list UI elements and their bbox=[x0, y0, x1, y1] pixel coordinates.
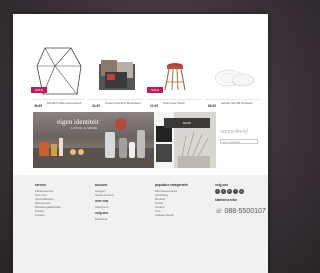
product-image-plates[interactable] bbox=[207, 44, 259, 98]
footer-heading: service bbox=[35, 183, 46, 187]
product-card[interactable]: 89,95 Servies Set Wit Porselein bbox=[205, 20, 261, 116]
product-price: 12,95 bbox=[150, 104, 158, 108]
side-promo-banner[interactable]: MOOI bbox=[154, 112, 216, 168]
googleplus-icon[interactable]: g bbox=[239, 189, 244, 194]
divider bbox=[205, 99, 259, 100]
footer-heading: volg ons bbox=[95, 211, 109, 215]
product-card[interactable]: 34,95 Kussen Fotoprint Meubelstof bbox=[89, 20, 145, 116]
footer-link[interactable]: Nieuw account bbox=[95, 193, 113, 197]
footer-link[interactable]: Cadeau ideeën bbox=[155, 213, 188, 217]
sale-badge: SALE bbox=[147, 87, 163, 93]
facebook-icon[interactable]: f bbox=[215, 189, 220, 194]
divider bbox=[31, 99, 85, 100]
social-icons: f t p i g bbox=[215, 189, 266, 194]
footer-link[interactable]: Facebook bbox=[95, 217, 113, 221]
banner-subtitle: LIVING & MORE bbox=[71, 126, 98, 130]
product-title[interactable]: Kussen Fotoprint Meubelstof bbox=[105, 101, 143, 105]
product-title[interactable]: Kruk Koper Rood bbox=[163, 101, 201, 105]
pinterest-icon[interactable]: p bbox=[227, 189, 232, 194]
product-title[interactable]: Servies Set Wit Porselein bbox=[221, 101, 259, 105]
footer-heading: populaire categorieën bbox=[155, 183, 189, 187]
footer-col-account: account Inloggen Nieuw account over ons … bbox=[95, 183, 113, 221]
footer-col-categories: populaire categorieën Woonaccessoires Ve… bbox=[155, 183, 188, 217]
product-title[interactable]: Windlicht Glas Geometrisch bbox=[47, 101, 85, 105]
product-card[interactable]: SALE 12,95 Kruk Koper Rood bbox=[147, 20, 203, 116]
divider bbox=[147, 99, 201, 100]
promo-banner[interactable]: eigen identiteit LIVING & MORE bbox=[33, 112, 163, 168]
side-banner-label: MOOI bbox=[164, 118, 210, 128]
twitter-icon[interactable]: t bbox=[221, 189, 226, 194]
phone-icon: ☏ bbox=[215, 209, 223, 215]
phone-number: 088-5500107 bbox=[224, 208, 266, 215]
product-row: SALE 49,95 Windlicht Glas Geometrisch 34… bbox=[31, 20, 261, 116]
newsletter-email-input[interactable]: Uw e-mailadres bbox=[220, 139, 258, 144]
footer-heading: over ons bbox=[95, 199, 109, 203]
sale-badge: SALE bbox=[31, 87, 47, 93]
phone-contact[interactable]: ☏ 088-5500107 bbox=[215, 208, 266, 215]
footer-link[interactable]: Showroom bbox=[95, 205, 113, 209]
divider bbox=[89, 99, 143, 100]
instagram-icon[interactable]: i bbox=[233, 189, 238, 194]
footer-link[interactable]: Contact bbox=[35, 213, 61, 217]
footer-heading: klantenservice bbox=[215, 198, 238, 202]
product-price: 49,95 bbox=[34, 104, 42, 108]
newsletter-box: nieuwsbrief Uw e-mailadres bbox=[220, 112, 265, 168]
product-price: 34,95 bbox=[92, 104, 100, 108]
footer-heading: volg ons bbox=[215, 183, 229, 187]
product-price: 89,95 bbox=[208, 104, 216, 108]
newsletter-title: nieuwsbrief bbox=[220, 129, 248, 135]
banner-title: eigen identiteit bbox=[57, 118, 99, 126]
web-page: SALE 49,95 Windlicht Glas Geometrisch 34… bbox=[13, 14, 268, 273]
footer: service Klantenservice Over ons Verzendk… bbox=[13, 175, 268, 273]
footer-col-service: service Klantenservice Over ons Verzendk… bbox=[35, 183, 61, 217]
footer-col-social: volg ons f t p i g klantenservice ☏ 088-… bbox=[215, 183, 266, 215]
product-card[interactable]: SALE 49,95 Windlicht Glas Geometrisch bbox=[31, 20, 87, 116]
footer-heading: account bbox=[95, 183, 108, 187]
product-image-cushions[interactable] bbox=[91, 44, 143, 98]
